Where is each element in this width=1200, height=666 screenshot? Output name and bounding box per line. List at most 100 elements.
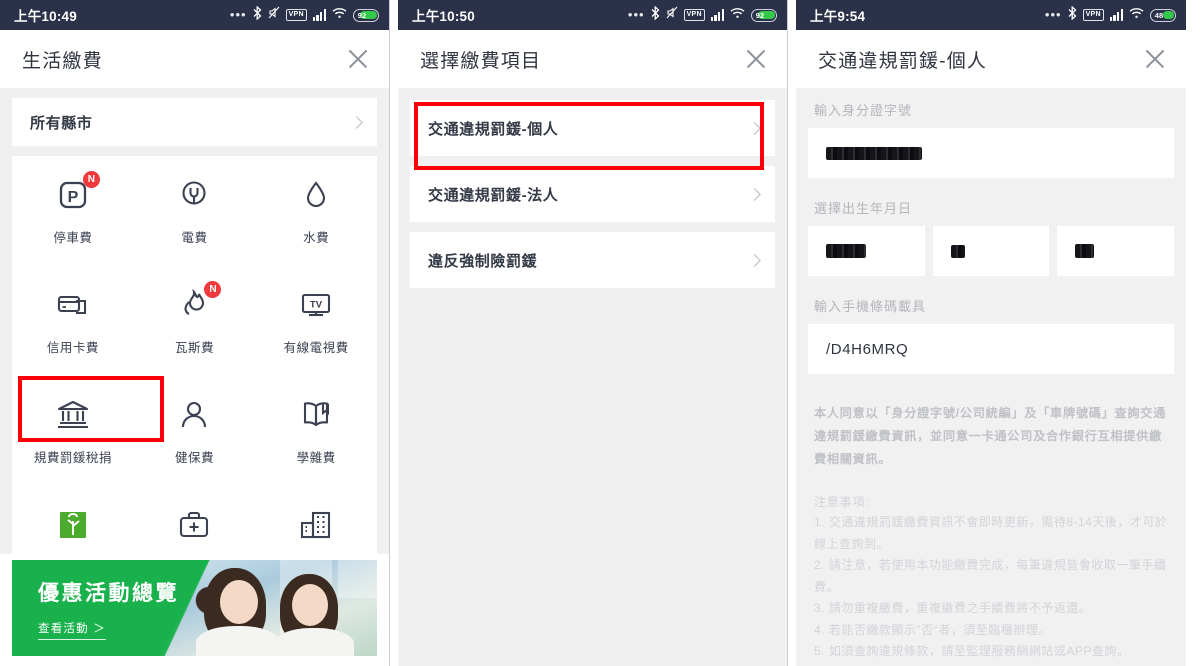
payment-item-label: 違反強制險罰鍰 [428, 252, 538, 270]
close-icon[interactable] [345, 46, 371, 72]
promo-banner[interactable]: 優惠活動總覽 查看活動 ＞ [12, 560, 377, 656]
mobile-barcode-input[interactable]: /D4H6MRQ [808, 324, 1174, 374]
status-bar: 上午10:49 ••• VPN 92 [0, 0, 389, 30]
status-bar: 上午10:50 ••• VPN 92 [398, 0, 787, 30]
vpn-icon: VPN [1082, 9, 1104, 21]
grid-item-label: 電費 [181, 231, 208, 245]
power-plug-icon [171, 172, 217, 218]
chevron-right-icon [748, 253, 761, 267]
chevron-right-icon [748, 187, 761, 201]
grid-item-label: 瓦斯費 [174, 341, 214, 355]
mute-icon [666, 6, 678, 24]
three-phone-screenshots: 上午10:49 ••• VPN 92 生活繳費 所有縣市 P N 停車費 電費 … [0, 0, 1200, 666]
birthdate-row [808, 226, 1175, 276]
close-icon[interactable] [743, 46, 769, 72]
phone-screen-select-payment-item: 上午10:50 ••• VPN 92 選擇繳費項目 交通違規罰鍰-個人 交通違規… [398, 0, 788, 666]
redacted-value [1075, 244, 1095, 258]
vpn-icon: VPN [285, 9, 307, 21]
page-title: 交通違規罰鍰-個人 [818, 50, 988, 72]
grid-item-health-insurance[interactable]: 健保費 [134, 392, 256, 492]
chevron-right-icon [350, 115, 363, 129]
water-drop-icon [293, 172, 339, 218]
grid-item-electricity[interactable]: 電費 [134, 172, 256, 272]
birth-month-select[interactable] [932, 226, 1050, 276]
notice-item: 3. 請勿重複繳費，重複繳費之手續費將不予返還。 [814, 601, 1092, 615]
battery-icon: 48 [1150, 8, 1176, 22]
grid-item-gas[interactable]: N 瓦斯費 [134, 281, 256, 382]
chevron-right-icon [748, 121, 761, 135]
id-number-input[interactable] [808, 128, 1174, 178]
book-icon [293, 392, 339, 438]
region-label: 所有縣市 [30, 114, 93, 132]
notice-item: 2. 請注意，若使用本功能繳費完成，每筆違規皆會收取一筆手續費。 [814, 558, 1167, 594]
screen3-form: 輸入身分證字號 選擇出生年月日 輸入手機條碼載具 /D4H6MRQ 本人同意以「… [796, 88, 1186, 666]
notice-list: 1. 交通違規罰鍰繳費資訊不會即時更新，需待8-14天後，才可於線上查詢到。 2… [814, 512, 1174, 666]
promo-banner-container[interactable]: 優惠活動總覽 查看活動 ＞ [0, 554, 389, 666]
bluetooth-icon [1068, 5, 1077, 25]
redacted-value [826, 146, 922, 160]
wifi-icon [730, 6, 745, 24]
new-badge: N [82, 171, 100, 188]
payment-item-row-corporate[interactable]: 交通違規罰鍰-法人 [410, 166, 775, 222]
status-time: 上午10:49 [14, 9, 77, 24]
birthdate-label: 選擇出生年月日 [814, 201, 913, 216]
notice-item: 5. 如須查詢違規條款，請至監理服務網網站或APP查詢。 [814, 644, 1130, 658]
grid-item-credit-card[interactable]: 信用卡費 [12, 282, 134, 382]
grid-item-parking[interactable]: P N 停車費 [12, 171, 134, 272]
screen1-body: 所有縣市 P N 停車費 電費 水費 信用卡費 N 瓦斯費 TV 有線電視費 規… [0, 88, 389, 666]
payment-item-row-insurance[interactable]: 違反強制險罰鍰 [410, 232, 775, 288]
close-icon[interactable] [1142, 46, 1168, 72]
payment-item-label: 交通違規罰鍰-個人 [428, 120, 559, 138]
status-time: 上午10:50 [412, 9, 475, 24]
gas-flame-icon: N [171, 281, 222, 328]
signal-icon [312, 9, 326, 21]
region-selector-row[interactable]: 所有縣市 [12, 98, 377, 146]
status-bar: 上午9:54 ••• VPN 48 [796, 0, 1186, 30]
id-number-label: 輸入身分證字號 [814, 103, 913, 118]
birth-day-select[interactable] [1057, 226, 1175, 276]
grid-item-water[interactable]: 水費 [255, 172, 377, 272]
screen2-body: 交通違規罰鍰-個人 交通違規罰鍰-法人 違反強制險罰鍰 [398, 88, 787, 666]
payment-item-row-personal[interactable]: 交通違規罰鍰-個人 [410, 100, 775, 156]
redacted-value [950, 244, 965, 258]
promo-banner-text: 優惠活動總覽 查看活動 ＞ [12, 577, 179, 640]
promo-banner-cta[interactable]: 查看活動 ＞ [38, 620, 106, 640]
grid-item-cable-tv[interactable]: TV 有線電視費 [255, 282, 377, 382]
grid-item-fees-fines-tax[interactable]: 規費罰鍰稅捐 [12, 392, 134, 492]
page-title: 生活繳費 [22, 50, 103, 72]
grid-item-label: 停車費 [53, 231, 93, 245]
apartment-icon [293, 502, 339, 548]
battery-percent: 48 [1154, 10, 1164, 20]
svg-text:P: P [67, 189, 78, 206]
status-icon-group: ••• VPN 92 [229, 5, 379, 25]
phone-screen-traffic-fine-form: 上午9:54 ••• VPN 48 交通違規罰鍰-個人 輸入身分證字號 選擇出生… [796, 0, 1186, 666]
medical-kit-icon [171, 502, 217, 548]
notice-item: 6. 繳款人如非違規人，應先取得違規人同意始得進行查詢及繳費。當 [814, 663, 1174, 666]
battery-percent: 92 [357, 10, 367, 20]
app-header: 選擇繳費項目 [398, 30, 787, 88]
notice-heading: 注意事項: [814, 495, 870, 509]
mobile-barcode-label: 輸入手機條碼載具 [814, 299, 927, 314]
signal-icon [710, 9, 724, 21]
bluetooth-icon [253, 5, 262, 25]
more-dots-icon: ••• [627, 7, 645, 22]
page-title: 選擇繳費項目 [420, 50, 542, 72]
signal-icon [1109, 9, 1123, 21]
consent-text: 本人同意以「身分證字號/公司統編」及「車牌號碼」查詢交通違規罰鍰繳費資訊，並同意… [814, 406, 1167, 466]
vpn-icon: VPN [683, 9, 705, 21]
notice-item: 1. 交通違規罰鍰繳費資訊不會即時更新，需待8-14天後，才可於線上查詢到。 [814, 515, 1168, 551]
birth-year-select[interactable] [808, 226, 925, 276]
grid-item-label: 健保費 [174, 451, 214, 465]
notice-item: 4. 若能否繳款顯示"否"者，須至臨櫃辦理。 [814, 622, 1051, 637]
svg-text:TV: TV [310, 300, 323, 311]
status-icon-group: ••• VPN 48 [1045, 5, 1176, 25]
mute-icon [268, 6, 280, 24]
more-dots-icon: ••• [229, 7, 247, 22]
battery-percent: 92 [755, 10, 765, 20]
payment-item-label: 交通違規罰鍰-法人 [428, 186, 559, 204]
grid-item-tuition[interactable]: 學雜費 [255, 392, 377, 492]
new-badge: N [204, 281, 222, 298]
grid-item-label: 水費 [303, 231, 330, 245]
battery-icon: 92 [751, 8, 777, 22]
government-building-icon [50, 392, 96, 438]
